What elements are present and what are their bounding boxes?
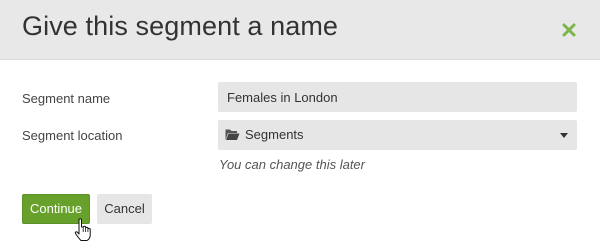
folder-icon [225, 128, 240, 141]
dialog-header: Give this segment a name [0, 0, 600, 60]
segment-location-value: Segments [245, 127, 304, 142]
cancel-button[interactable]: Cancel [97, 194, 152, 224]
segment-location-label: Segment location [22, 128, 123, 143]
segment-name-label: Segment name [22, 91, 111, 106]
dialog-title: Give this segment a name [22, 11, 339, 41]
location-hint-text: You can change this later [219, 157, 365, 172]
continue-button[interactable]: Continue [22, 194, 90, 224]
close-icon[interactable] [559, 20, 579, 40]
segment-name-input[interactable] [218, 82, 577, 112]
segment-location-select[interactable]: Segments [218, 120, 577, 150]
caret-down-icon [560, 133, 568, 138]
